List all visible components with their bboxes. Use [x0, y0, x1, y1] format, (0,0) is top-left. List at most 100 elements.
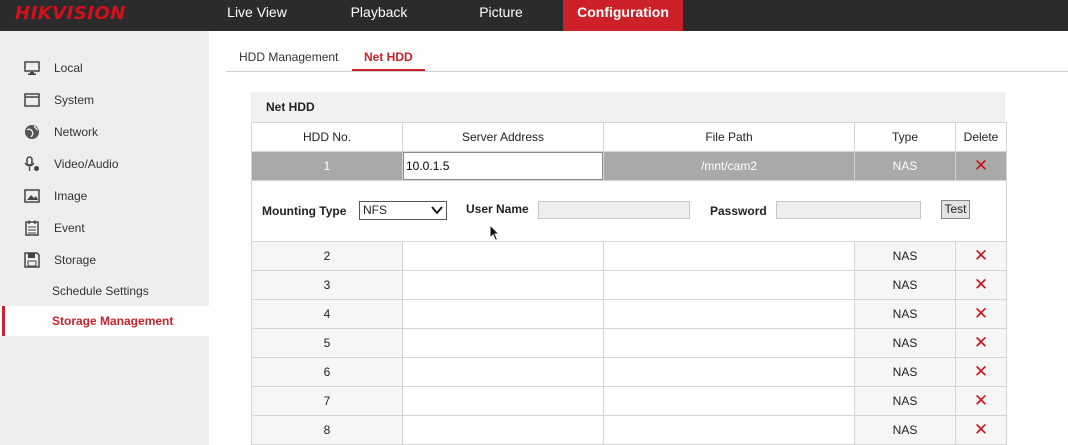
hdd-no-cell: 3 [251, 270, 403, 300]
file-path-cell[interactable] [603, 241, 855, 271]
user-name-label: User Name [466, 202, 529, 216]
delete-cell: ✕ [955, 386, 1007, 416]
sidebar-item-label: System [54, 93, 95, 107]
delete-cell: ✕ [955, 299, 1007, 329]
nav-live-view[interactable]: Live View [212, 0, 302, 31]
file-path-cell[interactable] [603, 328, 855, 358]
table-row[interactable]: 5 NAS ✕ [251, 328, 1007, 358]
chevron-down-icon [431, 206, 443, 215]
password-input[interactable] [776, 201, 921, 219]
panel-title: Net HDD [266, 100, 315, 114]
sidebar-item-label: Event [54, 221, 85, 235]
server-address-cell[interactable] [402, 328, 604, 358]
file-path-cell[interactable] [603, 386, 855, 416]
panel-header: Net HDD [251, 92, 1005, 122]
file-path-cell[interactable] [603, 299, 855, 329]
nav-configuration[interactable]: Configuration [563, 0, 683, 31]
delete-cell: ✕ [955, 241, 1007, 271]
sidebar-item-video-audio[interactable]: Video/Audio [0, 148, 209, 180]
table-header-row: HDD No. Server Address File Path Type De… [251, 122, 1007, 152]
mounting-details-row: Mounting Type NFS User Name Password Tes… [251, 180, 1007, 242]
nav-picture[interactable]: Picture [455, 0, 547, 31]
sidebar: Local System Network Video/Audio Image E… [0, 31, 209, 445]
delete-cell: ✕ [955, 151, 1007, 181]
tab-net-hdd[interactable]: Net HDD [364, 50, 413, 64]
net-hdd-table: HDD No. Server Address File Path Type De… [251, 122, 1007, 445]
table-row-selected[interactable]: 1 /mnt/cam2 NAS ✕ [251, 151, 1007, 181]
image-icon [24, 189, 40, 203]
server-address-cell[interactable] [402, 241, 604, 271]
mounting-type-select[interactable]: NFS [359, 201, 447, 220]
type-cell: NAS [854, 328, 956, 358]
server-address-cell[interactable] [402, 386, 604, 416]
file-path-cell[interactable] [603, 415, 855, 445]
file-path-cell[interactable] [603, 357, 855, 387]
type-cell: NAS [854, 151, 956, 181]
hdd-no-cell: 1 [251, 151, 403, 181]
sidebar-item-schedule-settings[interactable]: Schedule Settings [0, 276, 209, 306]
column-header-type: Type [854, 122, 956, 152]
globe-icon [25, 125, 39, 139]
server-address-cell[interactable] [402, 357, 604, 387]
delete-cell: ✕ [955, 270, 1007, 300]
hdd-no-cell: 4 [251, 299, 403, 329]
column-header-file-path: File Path [603, 122, 855, 152]
mouse-cursor-icon [489, 224, 501, 242]
sidebar-item-label: Storage [54, 253, 97, 267]
sidebar-item-network[interactable]: Network [0, 116, 209, 148]
type-cell: NAS [854, 270, 956, 300]
active-tab-indicator [352, 69, 425, 71]
user-name-input[interactable] [538, 201, 690, 219]
server-address-cell[interactable] [402, 270, 604, 300]
sidebar-item-label: Local [54, 61, 83, 75]
hikvision-logo: HIKVISION [15, 3, 126, 24]
server-address-cell[interactable] [402, 415, 604, 445]
tab-hdd-management[interactable]: HDD Management [239, 50, 338, 64]
sidebar-item-image[interactable]: Image [0, 180, 209, 212]
table-row[interactable]: 4 NAS ✕ [251, 299, 1007, 329]
hdd-no-cell: 5 [251, 328, 403, 358]
sidebar-item-storage[interactable]: Storage [0, 244, 209, 276]
column-header-hdd-no: HDD No. [251, 122, 403, 152]
hdd-no-cell: 7 [251, 386, 403, 416]
sidebar-item-local[interactable]: Local [0, 52, 209, 84]
table-row[interactable]: 6 NAS ✕ [251, 357, 1007, 387]
delete-icon[interactable]: ✕ [974, 333, 988, 353]
server-address-cell[interactable] [402, 299, 604, 329]
sidebar-item-label: Image [54, 189, 88, 203]
sidebar-item-label: Storage Management [52, 314, 174, 328]
table-row[interactable]: 2 NAS ✕ [251, 241, 1007, 271]
delete-icon[interactable]: ✕ [974, 156, 988, 176]
type-cell: NAS [854, 241, 956, 271]
system-icon [24, 93, 40, 107]
delete-cell: ✕ [955, 357, 1007, 387]
server-address-input[interactable] [403, 152, 603, 180]
delete-icon[interactable]: ✕ [974, 246, 988, 266]
nav-playback[interactable]: Playback [333, 0, 425, 31]
server-address-cell [402, 151, 604, 181]
table-row[interactable]: 3 NAS ✕ [251, 270, 1007, 300]
sidebar-item-system[interactable]: System [0, 84, 209, 116]
hdd-no-cell: 2 [251, 241, 403, 271]
type-cell: NAS [854, 386, 956, 416]
delete-icon[interactable]: ✕ [974, 275, 988, 295]
disk-icon [24, 252, 40, 268]
file-path-cell[interactable]: /mnt/cam2 [603, 151, 855, 181]
hdd-no-cell: 8 [251, 415, 403, 445]
sidebar-item-event[interactable]: Event [0, 212, 209, 244]
sidebar-item-storage-management[interactable]: Storage Management [0, 306, 209, 336]
delete-cell: ✕ [955, 328, 1007, 358]
calendar-icon [25, 220, 39, 236]
delete-icon[interactable]: ✕ [974, 391, 988, 411]
delete-icon[interactable]: ✕ [974, 304, 988, 324]
test-button[interactable]: Test [941, 200, 970, 219]
file-path-cell[interactable] [603, 270, 855, 300]
table-row[interactable]: 7 NAS ✕ [251, 386, 1007, 416]
delete-icon[interactable]: ✕ [974, 362, 988, 382]
table-row[interactable]: 8 NAS ✕ [251, 415, 1007, 445]
tabs-divider [226, 71, 1068, 72]
sidebar-item-label: Network [54, 125, 99, 139]
monitor-icon [24, 61, 40, 75]
delete-icon[interactable]: ✕ [974, 420, 988, 440]
sidebar-item-label: Video/Audio [54, 157, 119, 171]
